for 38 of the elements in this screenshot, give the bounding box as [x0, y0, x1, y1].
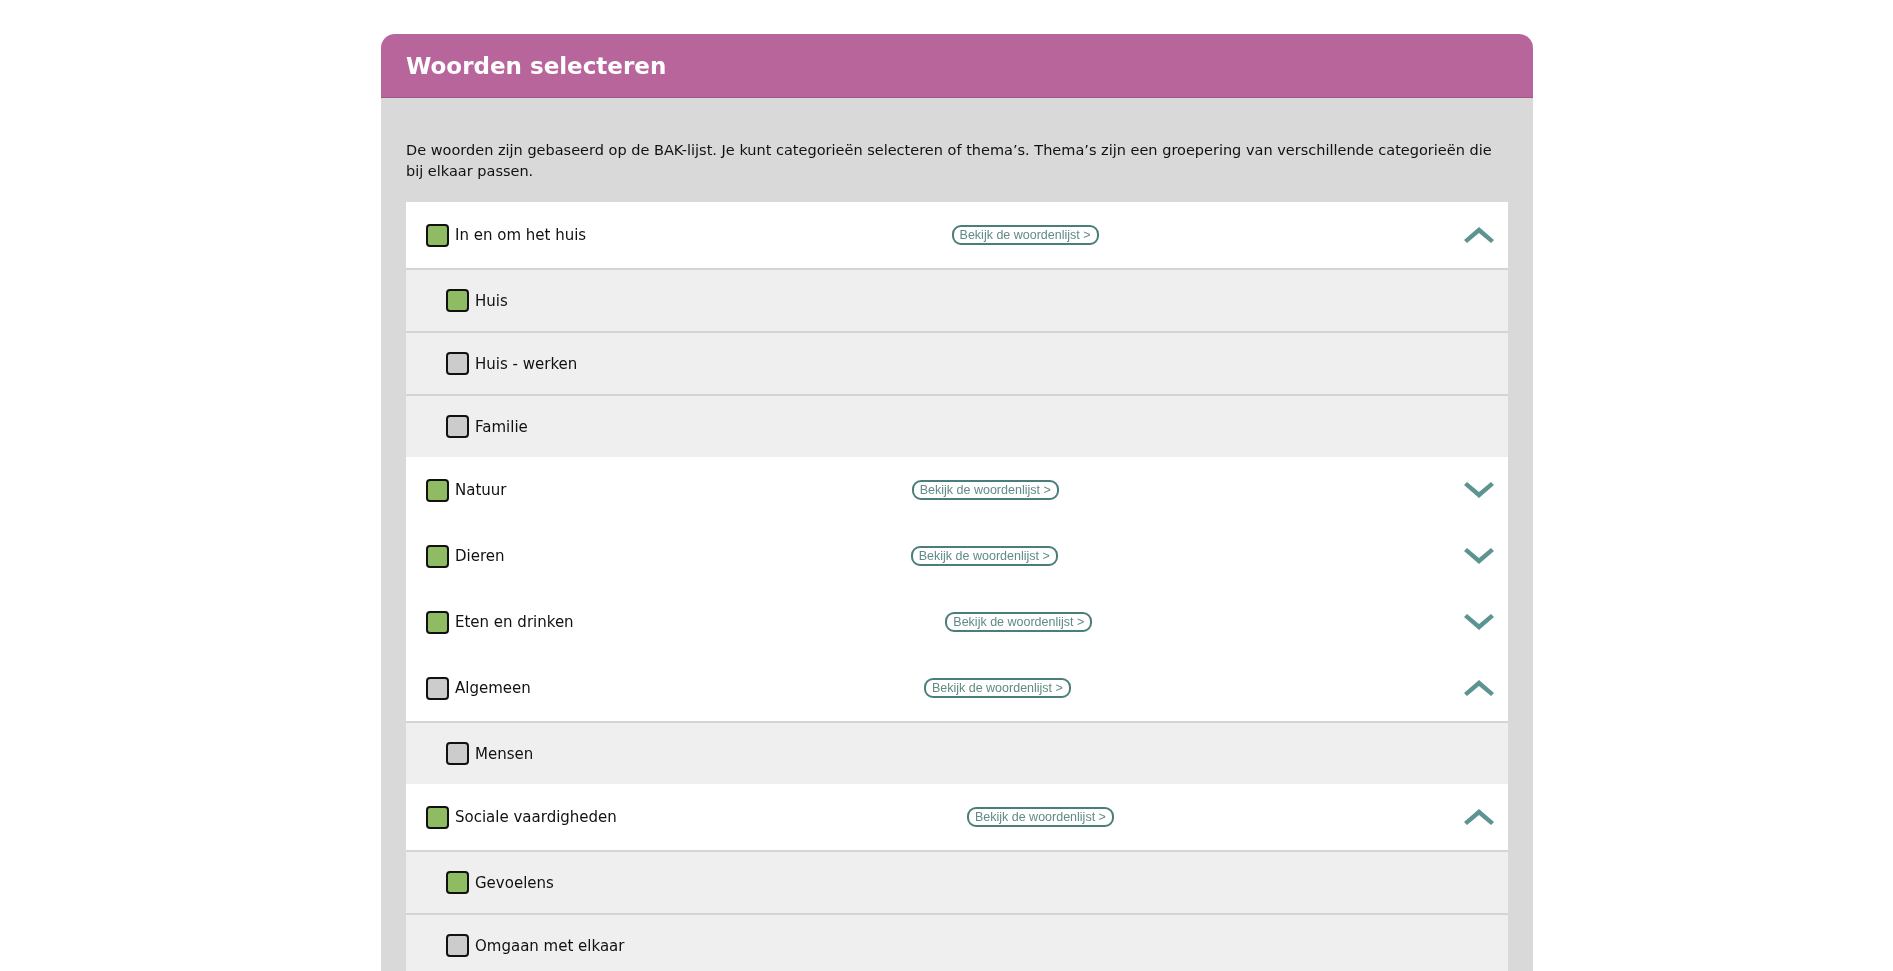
chevron-down-icon[interactable] [1464, 613, 1494, 631]
checkbox[interactable] [446, 934, 469, 957]
word-list-link[interactable]: Bekijk de woordenlijst > [951, 225, 1099, 245]
checkbox[interactable] [446, 352, 469, 375]
category-label: Familie [475, 417, 528, 436]
checkbox[interactable] [446, 415, 469, 438]
chevron-up-icon[interactable] [1464, 679, 1494, 697]
checkbox[interactable] [426, 478, 449, 502]
word-list-link[interactable]: Bekijk de woordenlijst > [966, 807, 1114, 827]
checkbox[interactable] [426, 544, 449, 568]
category-label: Omgaan met elkaar [475, 936, 625, 955]
category-label: Huis - werken [475, 354, 578, 373]
checkbox[interactable] [426, 223, 449, 247]
word-list-link[interactable]: Bekijk de woordenlijst > [911, 480, 1059, 500]
checkbox[interactable] [446, 742, 469, 765]
intro-text: De woorden zijn gebaseerd op de BAK-lijst. Je kunt categorieën selecteren of thema’s. Thema’s zijn een groepering van verschillende categorieën die bij elkaar passen. [406, 141, 1493, 181]
word-list-link[interactable]: Bekijk de woordenlijst > [945, 612, 1093, 632]
word-list-link[interactable]: Bekijk de woordenlijst > [910, 546, 1058, 566]
panel-title: Woorden selecteren [406, 52, 667, 79]
chevron-up-icon[interactable] [1464, 808, 1494, 826]
category-label: Mensen [475, 744, 534, 763]
theme-label: Natuur [455, 481, 507, 499]
theme-label: Dieren [455, 547, 505, 565]
theme-label: In en om het huis [455, 226, 587, 244]
category-label: Gevoelens [475, 873, 554, 892]
theme-label: Eten en drinken [455, 613, 574, 631]
theme-label: Algemeen [455, 679, 531, 697]
chevron-down-icon[interactable] [1464, 547, 1494, 565]
checkbox[interactable] [446, 289, 469, 312]
chevron-down-icon[interactable] [1464, 481, 1494, 499]
chevron-up-icon[interactable] [1464, 226, 1494, 244]
word-list-link[interactable]: Bekijk de woordenlijst > [923, 678, 1071, 698]
checkbox[interactable] [426, 676, 449, 700]
checkbox[interactable] [426, 610, 449, 634]
theme-label: Sociale vaardigheden [455, 808, 617, 826]
category-label: Huis [475, 291, 508, 310]
checkbox[interactable] [446, 871, 469, 894]
checkbox[interactable] [426, 805, 449, 829]
